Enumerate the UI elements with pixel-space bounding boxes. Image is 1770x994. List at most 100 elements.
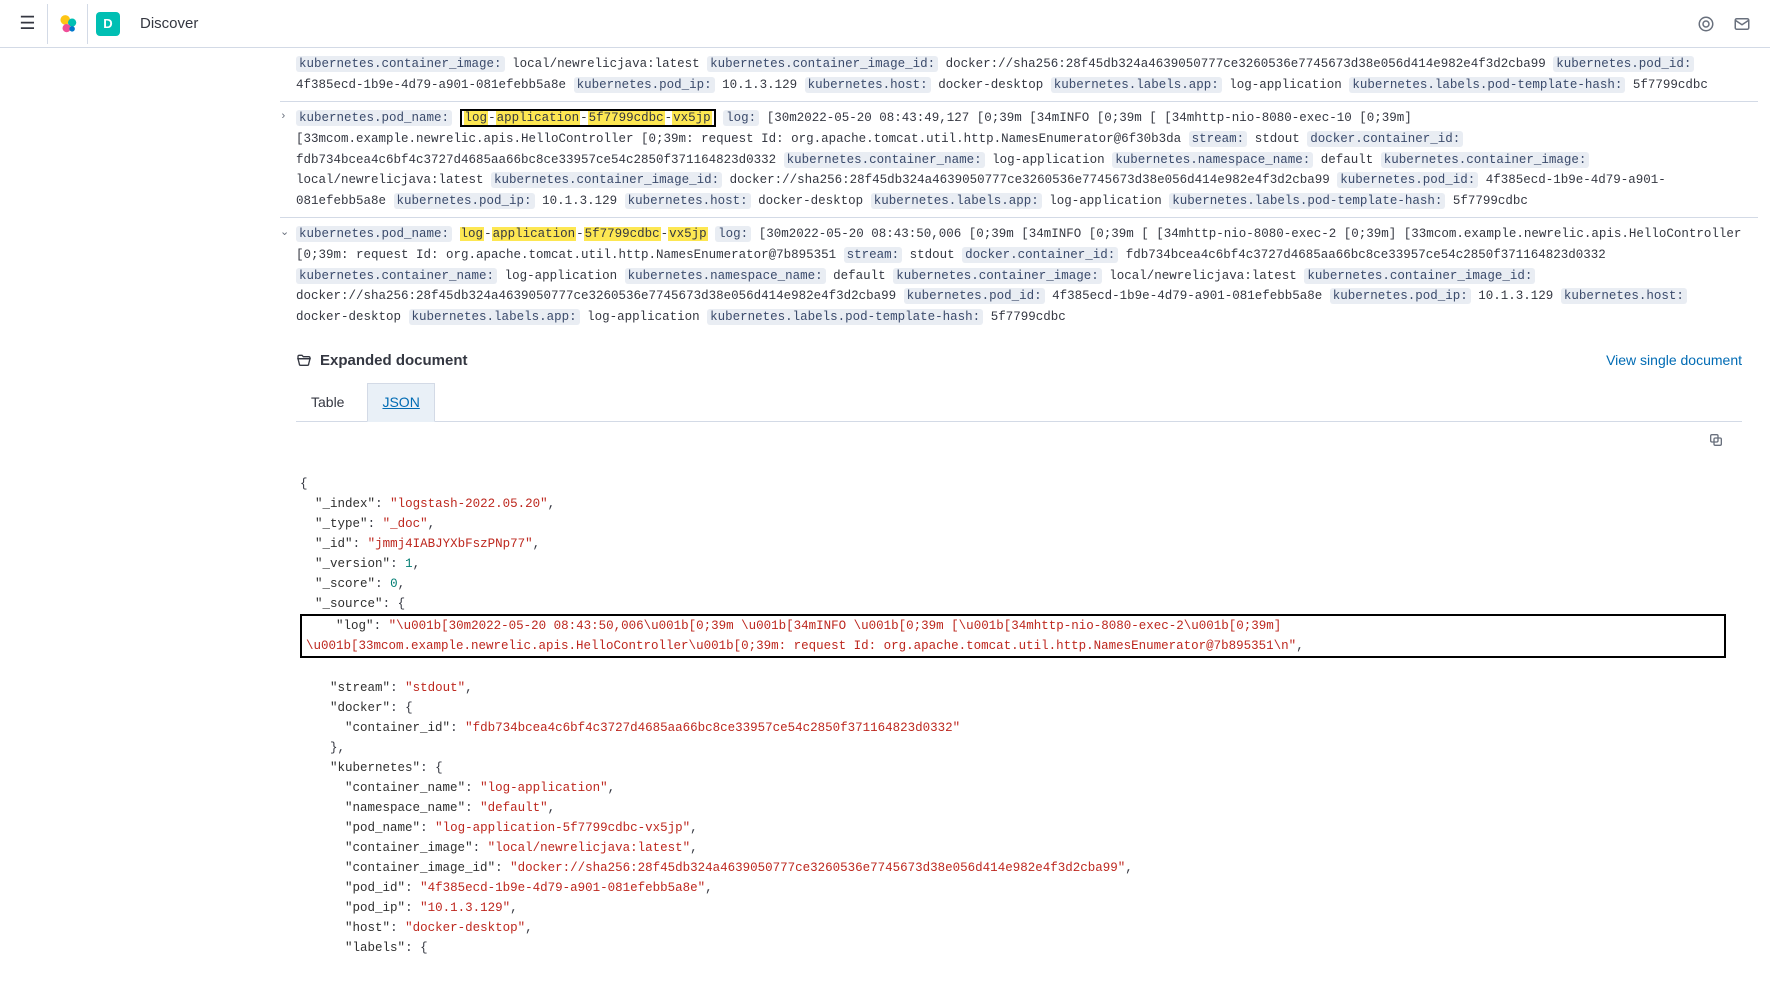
field-label: kubernetes.pod_ip:	[394, 193, 535, 209]
field-value: log-application	[1229, 78, 1342, 92]
app-badge: D	[96, 12, 120, 36]
expanded-header: Expanded document View single document	[296, 352, 1742, 369]
highlight: vx5jp	[672, 111, 712, 125]
field-label: kubernetes.container_name:	[296, 268, 497, 284]
menu-button[interactable]: ☰	[8, 4, 48, 44]
doc-row: kubernetes.container_image: local/newrel…	[280, 48, 1758, 101]
expanded-title-text: Expanded document	[320, 352, 468, 369]
copy-button[interactable]	[1708, 432, 1724, 448]
field-label: kubernetes.host:	[625, 193, 751, 209]
field-label: kubernetes.pod_name:	[296, 110, 452, 126]
expanded-document: Expanded document View single document T…	[280, 334, 1758, 994]
mail-icon[interactable]	[1730, 12, 1754, 36]
field-value: fdb734bcea4c6bf4c3727d4685aa66bc8ce33957…	[296, 153, 776, 167]
field-label: kubernetes.container_image_id:	[707, 56, 938, 72]
field-label: kubernetes.container_name:	[784, 152, 985, 168]
field-label: kubernetes.labels.pod-template-hash:	[1169, 193, 1445, 209]
field-value: local/newrelicjava:latest	[296, 173, 484, 187]
json-text: stream: stdout, docker: { container_id: …	[300, 681, 1133, 955]
json-panel: { _index: logstash-2022.05.20, _type: _d…	[296, 422, 1742, 994]
elastic-logo-button[interactable]	[48, 4, 88, 44]
field-label: kubernetes.pod_id:	[1553, 56, 1694, 72]
highlight: 5f7799cdbc	[584, 227, 661, 241]
field-label: kubernetes.pod_id:	[1337, 172, 1478, 188]
topbar: ☰ D Discover	[0, 0, 1770, 48]
tab-json[interactable]: JSON	[367, 383, 434, 422]
field-label: kubernetes.namespace_name:	[625, 268, 826, 284]
view-single-document-link[interactable]: View single document	[1606, 352, 1742, 368]
expand-toggle[interactable]: ›	[280, 108, 287, 126]
field-label: kubernetes.labels.pod-template-hash:	[1349, 77, 1625, 93]
field-label: kubernetes.labels.app:	[409, 309, 580, 325]
highlight: log	[464, 111, 489, 125]
field-label: log:	[723, 110, 759, 126]
highlight: log	[460, 227, 485, 241]
highlight: 5f7799cdbc	[588, 111, 665, 125]
json-text: { _index: logstash-2022.05.20, _type: _d…	[300, 477, 555, 611]
field-value: log-application	[992, 153, 1105, 167]
field-value: stdout	[1255, 132, 1300, 146]
highlight-annotation: log-application-5f7799cdbc-vx5jp	[460, 109, 716, 127]
field-value: default	[1321, 153, 1374, 167]
doc-tabs: Table JSON	[296, 383, 1742, 422]
field-label: kubernetes.container_image_id:	[1304, 268, 1535, 284]
field-value: log-application	[587, 310, 700, 324]
field-label: kubernetes.container_image_id:	[491, 172, 722, 188]
field-label: kubernetes.pod_id:	[904, 288, 1045, 304]
tab-table[interactable]: Table	[296, 383, 359, 421]
highlight: vx5jp	[668, 227, 708, 241]
field-value: docker-desktop	[758, 194, 863, 208]
field-value: docker-desktop	[296, 310, 401, 324]
field-label: kubernetes.host:	[805, 77, 931, 93]
folder-open-icon	[296, 352, 312, 368]
field-label: kubernetes.labels.app:	[871, 193, 1042, 209]
field-value: docker://sha256:28f45db324a4639050777ce3…	[946, 57, 1546, 71]
field-label: kubernetes.pod_name:	[296, 226, 452, 242]
field-label: kubernetes.pod_ip:	[1330, 288, 1471, 304]
app-badge-button[interactable]: D	[88, 4, 128, 44]
field-value: docker://sha256:28f45db324a4639050777ce3…	[296, 289, 896, 303]
highlight: application	[496, 111, 581, 125]
field-value: 10.1.3.129	[722, 78, 797, 92]
field-label: kubernetes.labels.pod-template-hash:	[707, 309, 983, 325]
field-value: log-application	[1049, 194, 1162, 208]
field-value: 5f7799cdbc	[1453, 194, 1528, 208]
field-value: fdb734bcea4c6bf4c3727d4685aa66bc8ce33957…	[1126, 248, 1606, 262]
field-value: stdout	[910, 248, 955, 262]
field-label: kubernetes.pod_ip:	[574, 77, 715, 93]
field-label: docker.container_id:	[1307, 131, 1463, 147]
topbar-right	[1694, 12, 1762, 36]
field-label: stream:	[1189, 131, 1248, 147]
field-label: kubernetes.labels.app:	[1051, 77, 1222, 93]
field-label: kubernetes.container_image:	[296, 56, 505, 72]
doc-row: › kubernetes.pod_name: log-application-5…	[280, 101, 1758, 217]
field-label: docker.container_id:	[962, 247, 1118, 263]
field-value: 10.1.3.129	[1478, 289, 1553, 303]
content-area: kubernetes.container_image: local/newrel…	[0, 48, 1770, 994]
field-label: kubernetes.container_image:	[893, 268, 1102, 284]
field-value: default	[833, 269, 886, 283]
highlight-annotation: log: \u001b[30m2022-05-20 08:43:50,006\u…	[300, 614, 1726, 658]
field-value: 10.1.3.129	[542, 194, 617, 208]
field-label: kubernetes.container_image:	[1381, 152, 1590, 168]
field-value: docker://sha256:28f45db324a4639050777ce3…	[730, 173, 1330, 187]
field-value: log-application	[505, 269, 618, 283]
field-label: stream:	[844, 247, 903, 263]
topbar-left: ☰ D	[8, 4, 128, 44]
expanded-title: Expanded document	[296, 352, 468, 369]
field-value: local/newrelicjava:latest	[512, 57, 700, 71]
newsfeed-icon[interactable]	[1694, 12, 1718, 36]
field-value: 4f385ecd-1b9e-4d79-a901-081efebb5a8e	[296, 78, 566, 92]
expand-toggle[interactable]: ⌄	[280, 224, 289, 242]
field-label: log:	[715, 226, 751, 242]
field-value: 5f7799cdbc	[1633, 78, 1708, 92]
hamburger-icon: ☰	[19, 13, 35, 34]
highlight: application	[492, 227, 577, 241]
elastic-logo-icon	[56, 12, 80, 36]
field-label: kubernetes.host:	[1561, 288, 1687, 304]
field-value: 5f7799cdbc	[991, 310, 1066, 324]
field-value: local/newrelicjava:latest	[1109, 269, 1297, 283]
page-title: Discover	[140, 15, 198, 32]
doc-row: ⌄ kubernetes.pod_name: log-application-5…	[280, 217, 1758, 333]
field-label: kubernetes.namespace_name:	[1112, 152, 1313, 168]
